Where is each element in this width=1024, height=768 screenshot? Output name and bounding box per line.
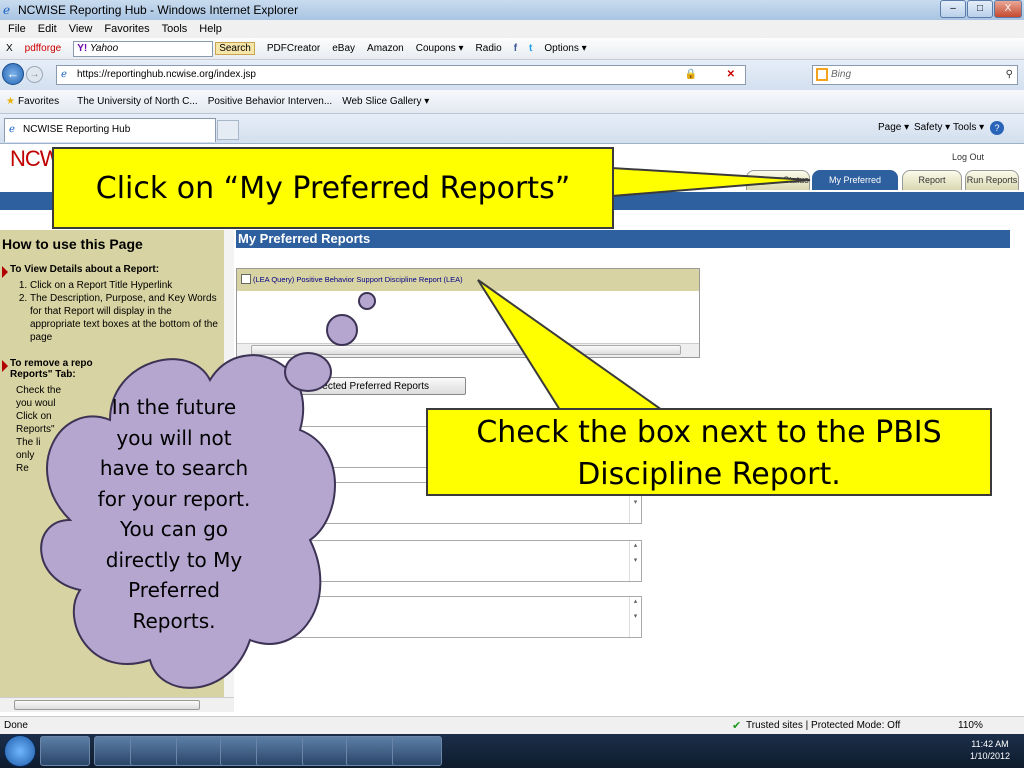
callout2-pointer	[477, 279, 666, 411]
callout-pointers	[40, 166, 811, 689]
cloud-bubble-small	[358, 292, 376, 310]
cloud-text: In the future you will not have to searc…	[97, 395, 251, 633]
callout-check-box: Check the box next to the PBIS Disciplin…	[426, 408, 992, 496]
cloud-bubble-medium	[326, 314, 358, 346]
cloud-bubble-large	[284, 352, 332, 392]
callout-my-preferred-reports: Click on “My Preferred Reports”	[52, 147, 614, 229]
callout1-pointer	[611, 166, 811, 198]
